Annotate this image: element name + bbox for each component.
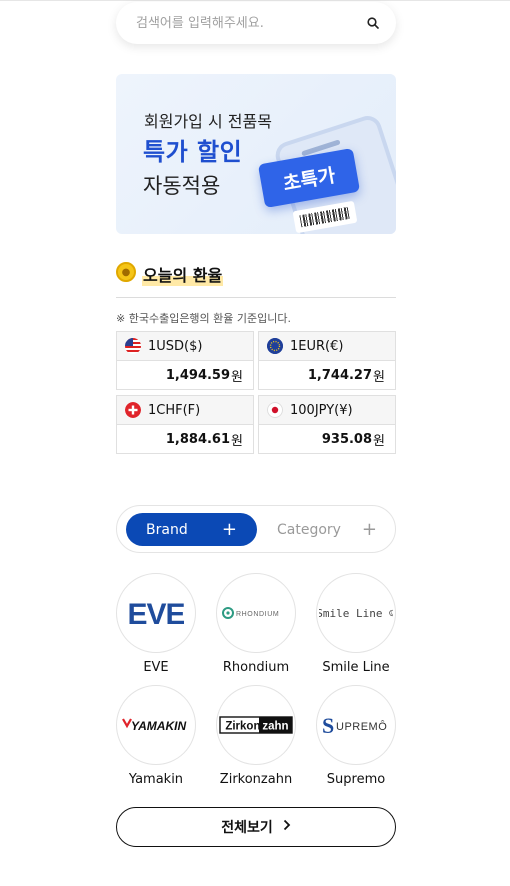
rate-card-jpy: 100JPY(¥) 935.08 원 xyxy=(258,395,396,454)
rate-card-chf: 1CHF(F) 1,884.61 원 xyxy=(116,395,254,454)
top-divider xyxy=(0,0,510,1)
rate-card-eur: 1EUR(€) 1,744.27 원 xyxy=(258,331,396,390)
exchange-note: ※ 한국수출입은행의 환율 기준입니다. xyxy=(116,312,292,325)
banner-line2: 특가 할인 xyxy=(143,138,243,166)
eve-logo: EVE xyxy=(116,573,196,653)
brand-item-yamakin[interactable]: YAMAKIN Yamakin xyxy=(116,685,196,787)
banner-line1: 회원가입 시 전품목 xyxy=(144,112,272,131)
svg-text:Smile Line ☺: Smile Line ☺ xyxy=(319,607,393,620)
supremo-logo: S UPREMÔ xyxy=(316,685,396,765)
brand-category-toggle: Brand + Category + xyxy=(116,505,396,553)
view-all-button[interactable]: 전체보기 xyxy=(116,807,396,847)
plus-icon: + xyxy=(221,518,237,540)
search-icon[interactable] xyxy=(366,16,380,30)
brand-item-zirkonzahn[interactable]: Zirkonzahn zahn Zirkonzahn xyxy=(216,685,296,787)
won-unit: 원 xyxy=(231,370,243,385)
brand-name: Supremo xyxy=(326,772,386,787)
exchange-header: ● 오늘의 환율 xyxy=(116,262,396,298)
won-unit: 원 xyxy=(231,434,243,449)
brand-item-eve[interactable]: EVE EVE xyxy=(116,573,196,675)
view-all-label: 전체보기 xyxy=(221,820,273,836)
eu-flag-icon xyxy=(267,338,283,354)
smile-line-logo: Smile Line ☺ xyxy=(316,573,396,653)
currency-label: 1USD($) xyxy=(148,338,203,354)
rate-value: 935.08 xyxy=(321,432,373,447)
svg-text:UPREMÔ: UPREMÔ xyxy=(336,720,387,733)
currency-label: 100JPY(¥) xyxy=(290,402,353,418)
won-unit: 원 xyxy=(373,434,385,449)
svg-text:YAMAKIN: YAMAKIN xyxy=(131,719,186,733)
rate-value: 1,494.59 xyxy=(165,368,231,383)
exchange-title: 오늘의 환율 xyxy=(142,262,224,286)
svg-text:zahn: zahn xyxy=(262,721,288,733)
svg-text:RHONDIUM: RHONDIUM xyxy=(236,611,279,618)
yamakin-logo: YAMAKIN xyxy=(116,685,196,765)
tab-brand-label: Brand xyxy=(146,521,188,538)
promo-banner[interactable]: 회원가입 시 전품목 특가 할인 자동적용 초특가 xyxy=(116,74,396,234)
plus-icon: + xyxy=(361,518,377,540)
brand-name: Rhondium xyxy=(222,660,290,675)
rate-value: 1,744.27 xyxy=(307,368,373,383)
svg-text:EVE: EVE xyxy=(128,598,184,628)
brand-name: Smile Line xyxy=(322,660,390,675)
zirkonzahn-logo: Zirkonzahn zahn xyxy=(216,685,296,765)
currency-label: 1CHF(F) xyxy=(148,402,201,418)
brand-name: EVE xyxy=(143,660,169,675)
svg-text:S: S xyxy=(322,713,334,737)
coin-icon: ● xyxy=(116,262,136,282)
brand-item-smile-line[interactable]: Smile Line ☺ Smile Line xyxy=(316,573,396,675)
search-input[interactable] xyxy=(136,15,366,31)
rhondium-logo: RHONDIUM xyxy=(216,573,296,653)
tab-category-label: Category xyxy=(277,521,341,538)
banner-line3: 자동적용 xyxy=(143,174,221,198)
won-unit: 원 xyxy=(373,370,385,385)
tab-brand[interactable]: Brand + xyxy=(126,513,257,546)
search-bar[interactable] xyxy=(116,2,396,44)
us-flag-icon xyxy=(125,338,141,354)
rate-value: 1,884.61 xyxy=(165,432,231,447)
brand-item-rhondium[interactable]: RHONDIUM Rhondium xyxy=(216,573,296,675)
rate-card-usd: 1USD($) 1,494.59 원 xyxy=(116,331,254,390)
jp-flag-icon xyxy=(267,402,283,418)
brand-name: Zirkonzahn xyxy=(219,772,293,787)
tab-category[interactable]: Category + xyxy=(267,513,387,546)
brand-name: Yamakin xyxy=(128,772,184,787)
chevron-right-icon xyxy=(283,819,291,835)
brand-item-supremo[interactable]: S UPREMÔ Supremo xyxy=(316,685,396,787)
currency-label: 1EUR(€) xyxy=(290,338,344,354)
ch-flag-icon xyxy=(125,402,141,418)
